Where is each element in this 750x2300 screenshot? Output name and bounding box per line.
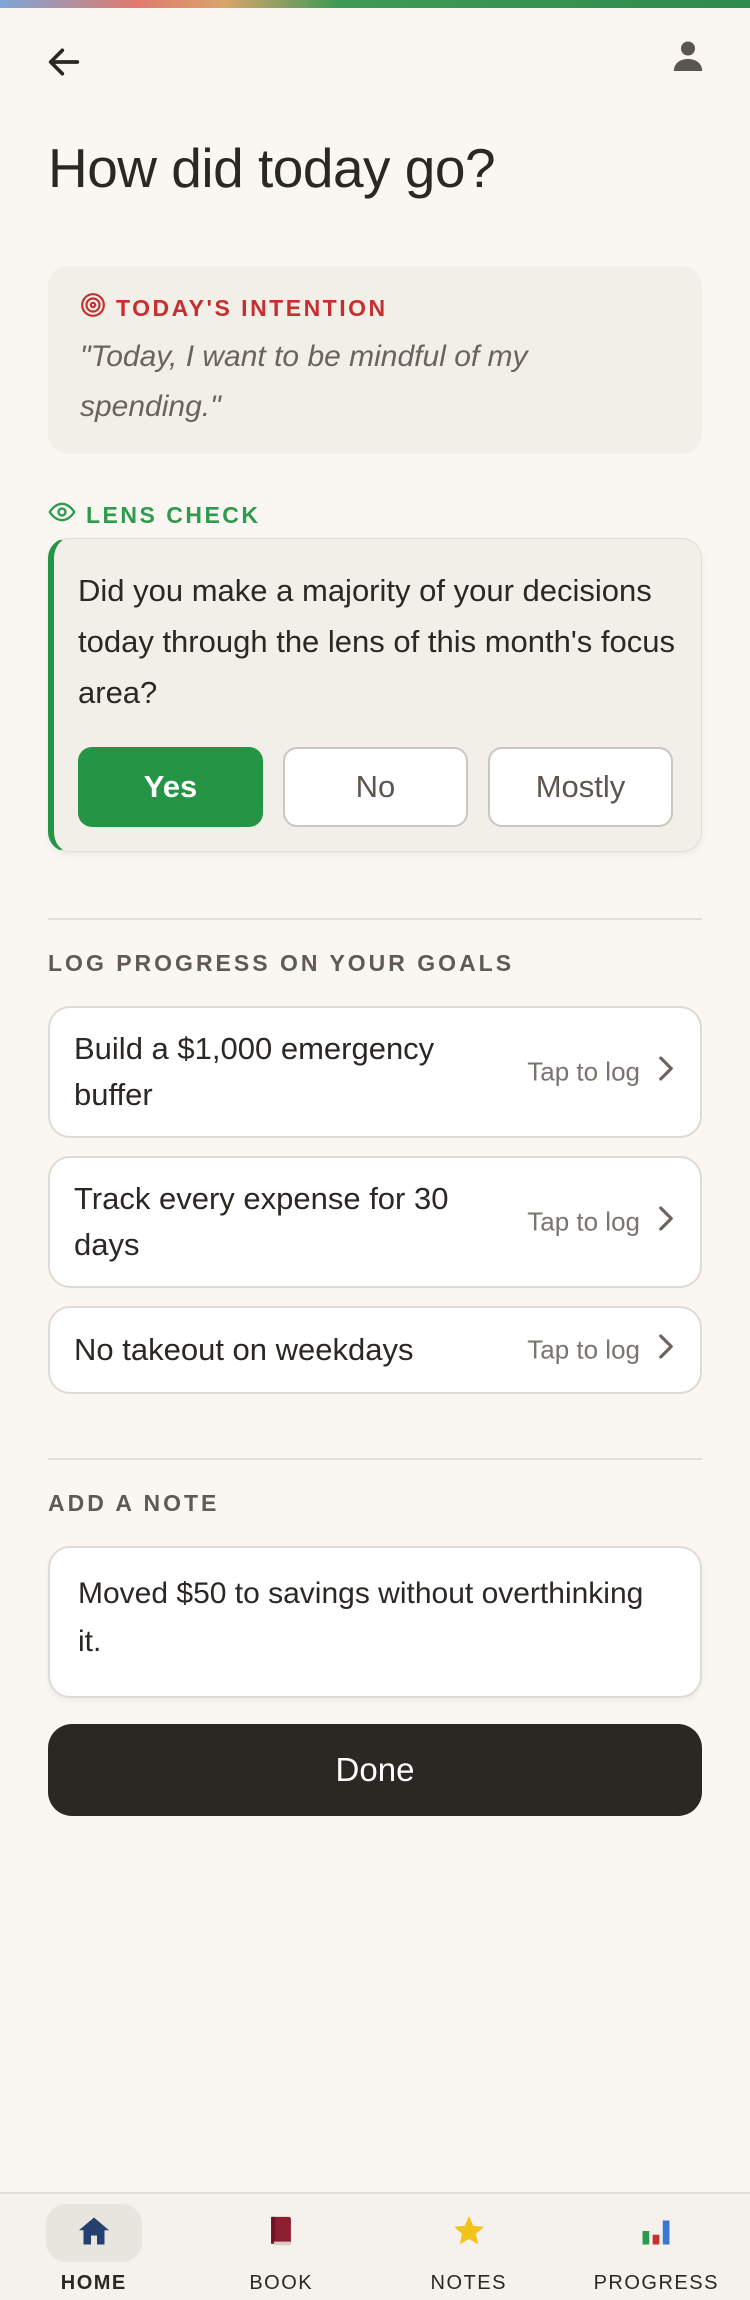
tap-to-log-text: Tap to log bbox=[527, 1056, 640, 1087]
nav-label: PROGRESS bbox=[593, 2272, 719, 2294]
lens-question: Did you make a majority of your decision… bbox=[78, 573, 675, 710]
note-section-label: ADD A NOTE bbox=[48, 1490, 220, 1516]
note-input[interactable]: Moved $50 to savings without overthinkin… bbox=[48, 1546, 702, 1698]
nav-label: NOTES bbox=[430, 2272, 507, 2294]
nav-item-notes[interactable]: NOTES bbox=[375, 2194, 563, 2300]
goal-row[interactable]: Track every expense for 30 days Tap to l… bbox=[48, 1156, 702, 1288]
goal-title: No takeout on weekdays bbox=[74, 1332, 414, 1367]
divider bbox=[48, 1458, 702, 1460]
person-icon bbox=[668, 36, 708, 81]
arrow-left-icon bbox=[44, 42, 84, 87]
header bbox=[0, 30, 750, 90]
goal-action: Tap to log bbox=[527, 1333, 676, 1368]
intention-label-text: TODAY'S INTENTION bbox=[116, 294, 388, 321]
goal-action: Tap to log bbox=[527, 1205, 676, 1240]
nav-item-book[interactable]: BOOK bbox=[188, 2194, 376, 2300]
profile-button[interactable] bbox=[662, 32, 714, 84]
nav-label: HOME bbox=[60, 2272, 127, 2294]
bar-chart-icon bbox=[638, 2213, 674, 2254]
divider bbox=[48, 918, 702, 920]
nav-icon-wrap bbox=[233, 2204, 329, 2262]
chevron-right-icon bbox=[656, 1333, 676, 1368]
nav-icon-wrap bbox=[608, 2204, 704, 2262]
bottom-nav: HOME BOOK NOTES PROGRESS bbox=[0, 2192, 750, 2300]
goals-section-label: LOG PROGRESS ON YOUR GOALS bbox=[48, 950, 515, 976]
daily-checkin-screen: How did today go? TODAY'S INTENTION "Tod… bbox=[0, 0, 750, 2300]
book-icon bbox=[264, 2214, 298, 2253]
nav-item-progress[interactable]: PROGRESS bbox=[563, 2194, 750, 2300]
back-button[interactable] bbox=[38, 38, 90, 90]
done-button[interactable]: Done bbox=[48, 1724, 702, 1816]
chevron-right-icon bbox=[656, 1055, 676, 1090]
goal-title: Build a $1,000 emergency buffer bbox=[74, 1031, 435, 1112]
chevron-right-icon bbox=[656, 1205, 676, 1240]
intention-card: TODAY'S INTENTION "Today, I want to be m… bbox=[48, 266, 702, 454]
lens-check-card: Did you make a majority of your decision… bbox=[48, 538, 702, 852]
nav-icon-wrap bbox=[45, 2204, 142, 2262]
option-no-button[interactable]: No bbox=[283, 747, 468, 827]
top-color-strip bbox=[0, 0, 750, 8]
intention-text: "Today, I want to be mindful of my spend… bbox=[80, 340, 528, 423]
tap-to-log-text: Tap to log bbox=[527, 1334, 640, 1365]
lens-check-label-text: LENS CHECK bbox=[86, 501, 261, 528]
goal-title: Track every expense for 30 days bbox=[74, 1181, 449, 1262]
nav-icon-wrap bbox=[421, 2204, 517, 2262]
goal-row[interactable]: Build a $1,000 emergency buffer Tap to l… bbox=[48, 1006, 702, 1138]
page-title: How did today go? bbox=[48, 137, 496, 199]
star-icon bbox=[451, 2213, 487, 2254]
lens-check-label: LENS CHECK bbox=[48, 498, 261, 532]
option-mostly-button[interactable]: Mostly bbox=[488, 747, 673, 827]
eye-icon bbox=[48, 498, 76, 532]
option-yes-button[interactable]: Yes bbox=[78, 747, 263, 827]
lens-options: Yes No Mostly bbox=[78, 747, 673, 827]
tap-to-log-text: Tap to log bbox=[527, 1206, 640, 1237]
goal-action: Tap to log bbox=[527, 1055, 676, 1090]
home-icon bbox=[76, 2213, 112, 2254]
goal-row[interactable]: No takeout on weekdays Tap to log bbox=[48, 1306, 702, 1394]
target-icon bbox=[80, 292, 106, 324]
nav-label: BOOK bbox=[249, 2272, 314, 2294]
nav-item-home[interactable]: HOME bbox=[0, 2194, 188, 2300]
intention-label: TODAY'S INTENTION bbox=[80, 292, 388, 324]
